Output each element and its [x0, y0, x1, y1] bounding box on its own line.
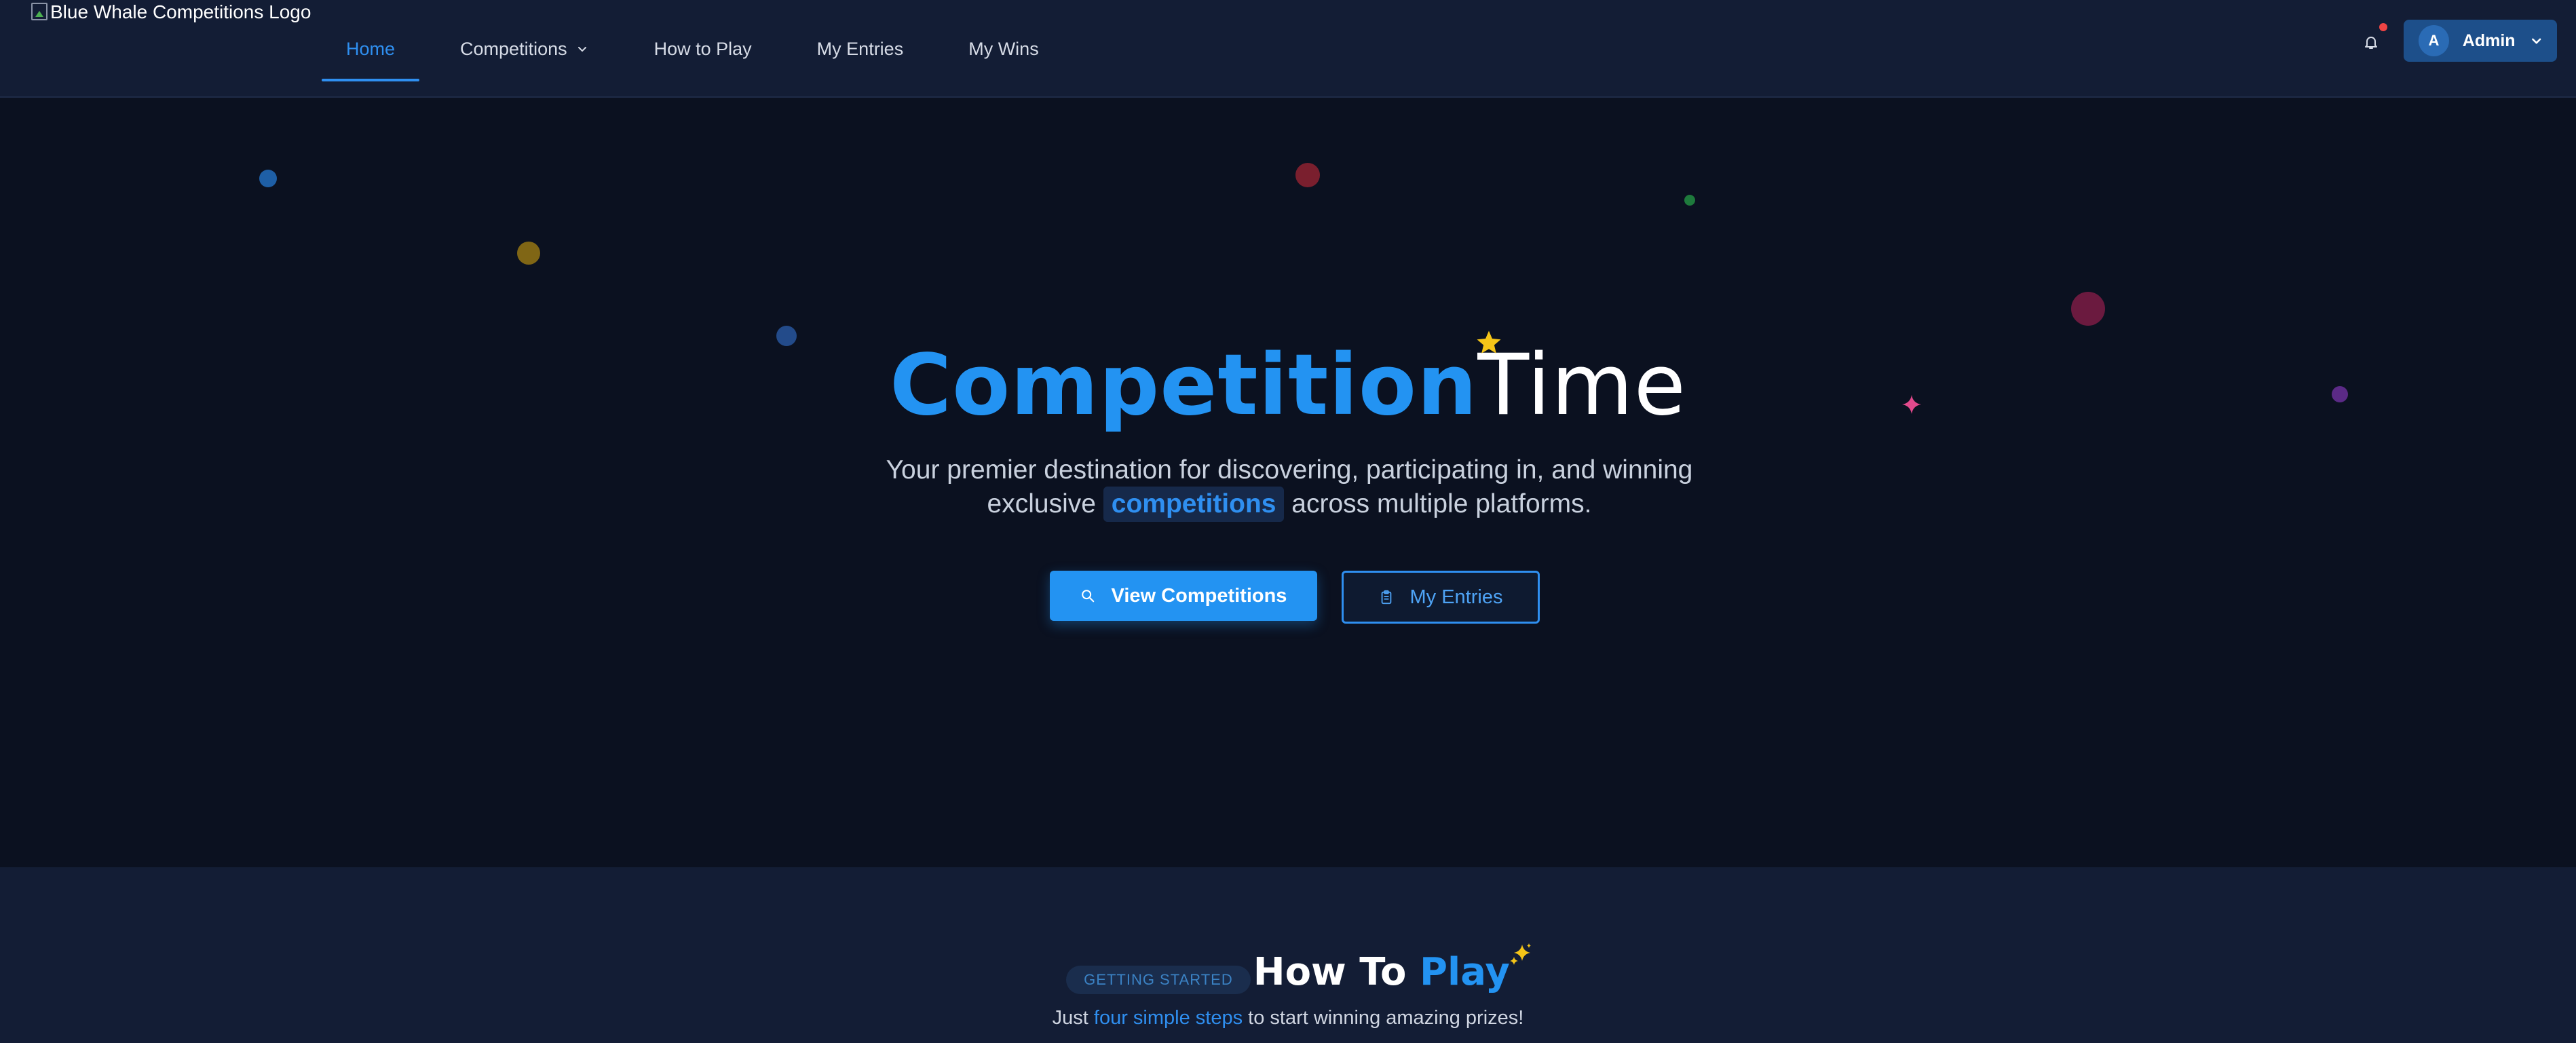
nav-link-label: My Wins [968, 38, 1039, 59]
nav-link-label: My Entries [816, 38, 904, 59]
main-nav: Home Competitions How to Play My Entries… [322, 0, 1063, 98]
nav-link-how-to-play[interactable]: How to Play [630, 16, 776, 81]
hero-title-light-wrap: Time [1477, 330, 1686, 434]
how-to-play-subtitle: Just four simple steps to start winning … [0, 1007, 2576, 1029]
nav-link-label: Home [346, 38, 396, 59]
how-to-play-heading: GETTING STARTED How To Play [0, 943, 2576, 994]
chevron-down-icon [2531, 38, 2541, 44]
decorative-dot [1295, 163, 1320, 187]
hero-section: Competition Time Your premier destinatio… [0, 99, 2576, 867]
how-to-play-subtitle-accent: four simple steps [1093, 1007, 1243, 1029]
my-entries-button[interactable]: My Entries [1342, 571, 1540, 624]
bell-icon [2365, 37, 2377, 49]
hero-subtitle-after: across multiple platforms. [1284, 489, 1592, 518]
view-competitions-button[interactable]: View Competitions [1050, 571, 1317, 621]
section-badge: GETTING STARTED [1066, 965, 1251, 994]
search-icon [1081, 590, 1094, 603]
decorative-dot [259, 170, 277, 187]
hero-subtitle: Your premier destination for discovering… [882, 453, 1697, 522]
my-entries-label: My Entries [1409, 586, 1503, 608]
notification-badge [2379, 23, 2387, 31]
decorative-dot [1684, 195, 1695, 206]
nav-link-label: How to Play [654, 38, 752, 59]
hero-title: Competition Time [0, 330, 2576, 434]
decorative-dot [517, 242, 540, 265]
site-logo[interactable]: Blue Whale Competitions Logo [31, 1, 311, 23]
how-to-play-title-accent: Play [1420, 950, 1510, 994]
clipboard-icon [1381, 590, 1391, 605]
sparkles-icon [1509, 943, 1531, 965]
top-navbar: Blue Whale Competitions Logo Home Compet… [0, 0, 2576, 98]
chevron-down-icon [577, 47, 586, 52]
notifications-button[interactable] [2356, 23, 2387, 57]
how-to-play-subtitle-before: Just [1052, 1007, 1094, 1029]
user-menu-button[interactable]: A Admin [2404, 20, 2557, 62]
nav-link-competitions[interactable]: Competitions [436, 16, 613, 81]
avatar: A [2419, 25, 2449, 56]
nav-link-my-wins[interactable]: My Wins [944, 16, 1063, 81]
user-name: Admin [2462, 31, 2516, 50]
decorative-dot [2071, 292, 2105, 326]
nav-link-home[interactable]: Home [322, 16, 420, 81]
hero-title-light: Time [1477, 337, 1686, 434]
broken-image-icon [31, 3, 48, 20]
how-to-play-subtitle-after: to start winning amazing prizes! [1243, 1007, 1524, 1029]
page: Blue Whale Competitions Logo Home Compet… [0, 0, 2576, 1043]
how-to-play-title-plain: How To [1253, 950, 1420, 994]
hero-title-bold: Competition [890, 337, 1478, 434]
nav-link-label: Competitions [460, 38, 567, 59]
view-competitions-label: View Competitions [1111, 584, 1287, 607]
star-icon [1477, 330, 1501, 354]
how-to-play-section: GETTING STARTED How To Play Just four si… [0, 867, 2576, 1043]
nav-link-my-entries[interactable]: My Entries [793, 16, 928, 81]
logo-alt-text: Blue Whale Competitions Logo [50, 1, 311, 22]
hero-subtitle-highlight: competitions [1103, 487, 1285, 522]
how-to-play-title: How To Play [1253, 943, 1531, 994]
